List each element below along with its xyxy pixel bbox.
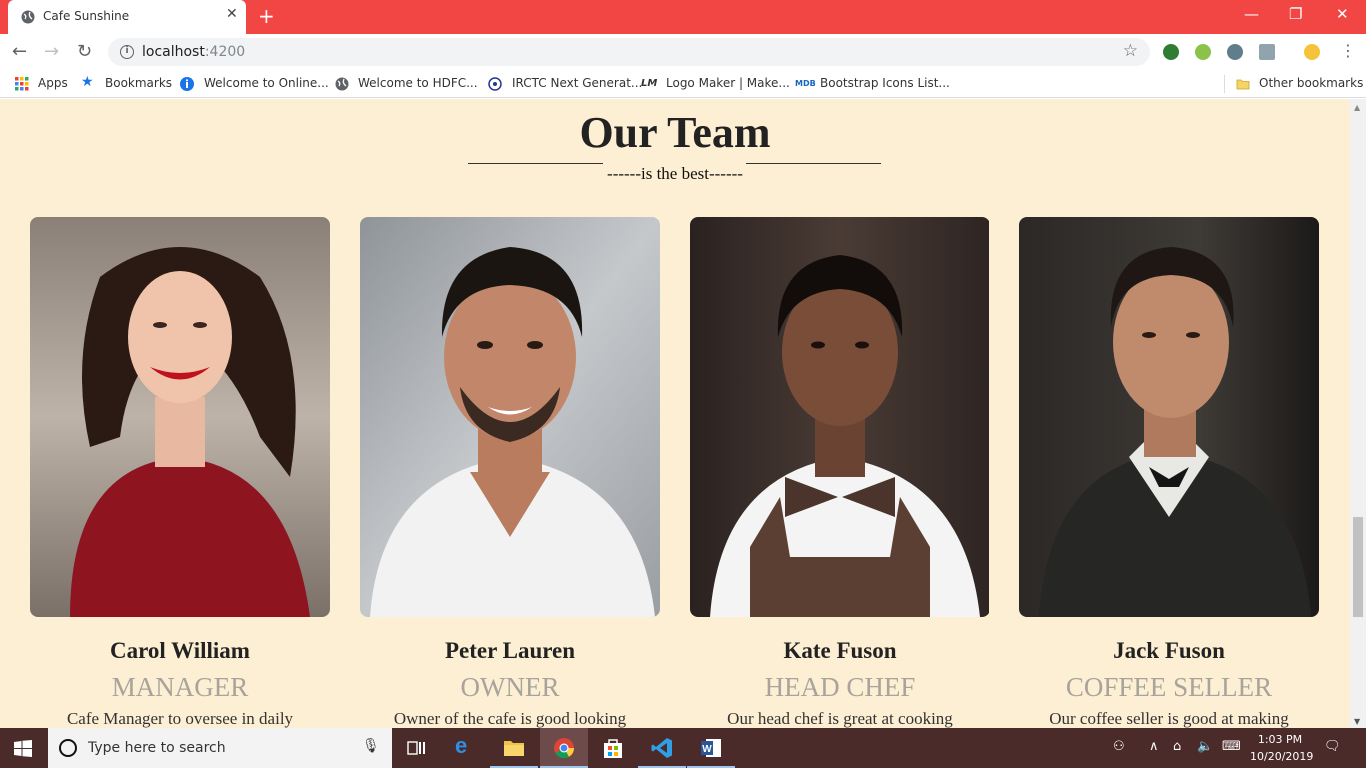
close-window-button[interactable]: ✕ <box>1336 5 1349 23</box>
restore-button[interactable]: ❐ <box>1289 5 1302 23</box>
team-photo <box>690 217 990 617</box>
browser-titlebar: Cafe Sunshine ✕ + — ❐ ✕ <box>0 0 1366 34</box>
bookmark-bootstrap-icons[interactable]: Bootstrap Icons List... <box>820 76 950 90</box>
taskbar-store[interactable] <box>589 728 637 768</box>
scroll-up-icon[interactable]: ▲ <box>1354 103 1360 112</box>
chrome-icon <box>554 738 575 759</box>
bookmark-logo-maker[interactable]: Logo Maker | Make... <box>666 76 790 90</box>
bookmark-star-icon[interactable]: ☆ <box>1123 41 1138 61</box>
team-member-name: Carol William <box>110 638 250 663</box>
team-member-name: Kate Fuson <box>783 638 897 663</box>
network-icon[interactable]: ⌂ <box>1173 739 1181 754</box>
bookmark-irctc[interactable]: IRCTC Next Generat... <box>512 76 642 90</box>
address-bar[interactable]: i localhost:4200 ☆ <box>108 38 1150 66</box>
extension-globe-icon[interactable] <box>1163 44 1179 60</box>
edge-icon: e <box>455 733 468 758</box>
keyboard-icon[interactable]: ⌨ <box>1222 739 1241 754</box>
tab-close-icon[interactable]: ✕ <box>226 6 238 22</box>
microphone-icon[interactable]: 🎙 <box>362 738 380 754</box>
team-member-desc: Cafe Manager to oversee in daily <box>66 709 294 728</box>
taskbar-word[interactable]: W <box>687 728 735 768</box>
bookmark-other[interactable]: Other bookmarks <box>1259 76 1363 90</box>
team-member-role: OWNER <box>460 672 560 702</box>
team-card: Kate Fuson HEAD CHEF Our head chef is gr… <box>690 217 990 728</box>
irctc-icon <box>488 77 502 91</box>
cortana-icon <box>59 739 77 757</box>
tray-chevron-icon[interactable]: ∧ <box>1149 739 1159 754</box>
volume-icon[interactable]: 🔈 <box>1197 739 1213 754</box>
page-subtitle: ------is the best------ <box>607 164 743 183</box>
team-member-name: Peter Lauren <box>444 638 576 663</box>
team-member-role: COFFEE SELLER <box>1065 672 1273 702</box>
extension-screen-icon[interactable] <box>1259 44 1275 60</box>
team-card: Carol William MANAGER Cafe Manager to ov… <box>30 217 330 728</box>
team-photo <box>1019 217 1319 617</box>
browser-menu-icon[interactable]: ⋮ <box>1340 41 1356 60</box>
svg-text:W: W <box>702 744 712 755</box>
globe-icon <box>335 77 349 91</box>
folder-icon <box>1236 79 1250 90</box>
search-placeholder: Type here to search <box>88 740 226 756</box>
apps-grid-icon <box>15 77 29 91</box>
forward-arrow-icon[interactable]: → <box>44 41 59 62</box>
bookmarks-divider <box>1224 75 1225 93</box>
team-photo <box>30 217 330 617</box>
reload-icon[interactable]: ↻ <box>77 41 92 62</box>
store-icon <box>604 739 622 758</box>
taskbar-edge[interactable]: e <box>441 728 489 768</box>
windows-taskbar: Type here to search 🎙 e W ⚇ ∧ ⌂ 🔈 ⌨ 1:03… <box>0 728 1366 768</box>
taskbar-vscode[interactable] <box>638 728 686 768</box>
globe-icon <box>21 10 35 24</box>
scroll-thumb[interactable] <box>1353 517 1363 617</box>
star-icon: ★ <box>81 74 94 90</box>
scroll-down-icon[interactable]: ▼ <box>1354 717 1360 726</box>
page-scrollbar[interactable]: ▲ ▼ <box>1350 99 1366 728</box>
folder-icon <box>504 741 524 756</box>
team-member-desc: Our head chef is great at cooking <box>727 709 953 728</box>
taskbar-search-box[interactable]: Type here to search 🎙 <box>48 728 392 768</box>
team-member-desc: Owner of the cafe is good looking <box>393 709 627 728</box>
windows-start-icon[interactable] <box>14 740 32 757</box>
team-photo <box>360 217 660 617</box>
team-member-role: HEAD CHEF <box>764 672 916 702</box>
bookmark-online[interactable]: Welcome to Online... <box>204 76 329 90</box>
minimize-button[interactable]: — <box>1244 5 1259 23</box>
taskbar-chrome[interactable] <box>540 728 588 768</box>
team-member-role: MANAGER <box>111 672 249 702</box>
team-member-name: Jack Fuson <box>1113 638 1225 663</box>
people-icon[interactable]: ⚇ <box>1113 739 1125 754</box>
browser-tab[interactable]: Cafe Sunshine ✕ <box>8 0 246 34</box>
url-text: localhost:4200 <box>142 44 246 60</box>
bookmark-apps[interactable]: Apps <box>38 76 68 90</box>
taskbar-file-explorer[interactable] <box>490 728 538 768</box>
word-icon: W <box>701 739 721 757</box>
info-icon <box>180 77 194 91</box>
task-view-button[interactable] <box>392 728 440 768</box>
site-info-icon[interactable]: i <box>120 45 134 59</box>
profile-avatar-icon[interactable] <box>1304 44 1320 60</box>
bookmarks-bar: Apps ★ Bookmarks Welcome to Online... We… <box>0 70 1366 98</box>
page-title: Our Team <box>579 108 771 157</box>
bookmark-hdfc[interactable]: Welcome to HDFC... <box>358 76 478 90</box>
clock-time: 1:03 PM <box>1257 733 1303 746</box>
clock-date: 10/20/2019 <box>1250 750 1314 763</box>
tab-title: Cafe Sunshine <box>43 9 130 23</box>
bookmark-bookmarks[interactable]: Bookmarks <box>105 76 172 90</box>
back-arrow-icon[interactable]: ← <box>12 41 27 62</box>
task-view-icon <box>407 741 425 755</box>
lm-icon: LM <box>641 78 658 89</box>
mdb-icon: MDB <box>795 79 816 88</box>
extension-money-icon[interactable] <box>1195 44 1211 60</box>
new-tab-button[interactable]: + <box>258 4 275 28</box>
team-member-desc: Our coffee seller is good at making <box>1049 709 1289 728</box>
team-card: Peter Lauren OWNER Owner of the cafe is … <box>360 217 660 728</box>
browser-toolbar: ← → ↻ i localhost:4200 ☆ ⋮ <box>0 34 1366 70</box>
extension-eye-icon[interactable] <box>1227 44 1243 60</box>
page-viewport: Our Team ------is the best------ Carol W… <box>0 99 1350 728</box>
notifications-icon[interactable]: 🗨 <box>1324 739 1341 754</box>
team-card: Jack Fuson COFFEE SELLER Our coffee sell… <box>1019 217 1319 728</box>
vscode-icon <box>651 738 672 758</box>
system-clock[interactable]: 1:03 PM 10/20/2019 <box>1250 731 1314 765</box>
